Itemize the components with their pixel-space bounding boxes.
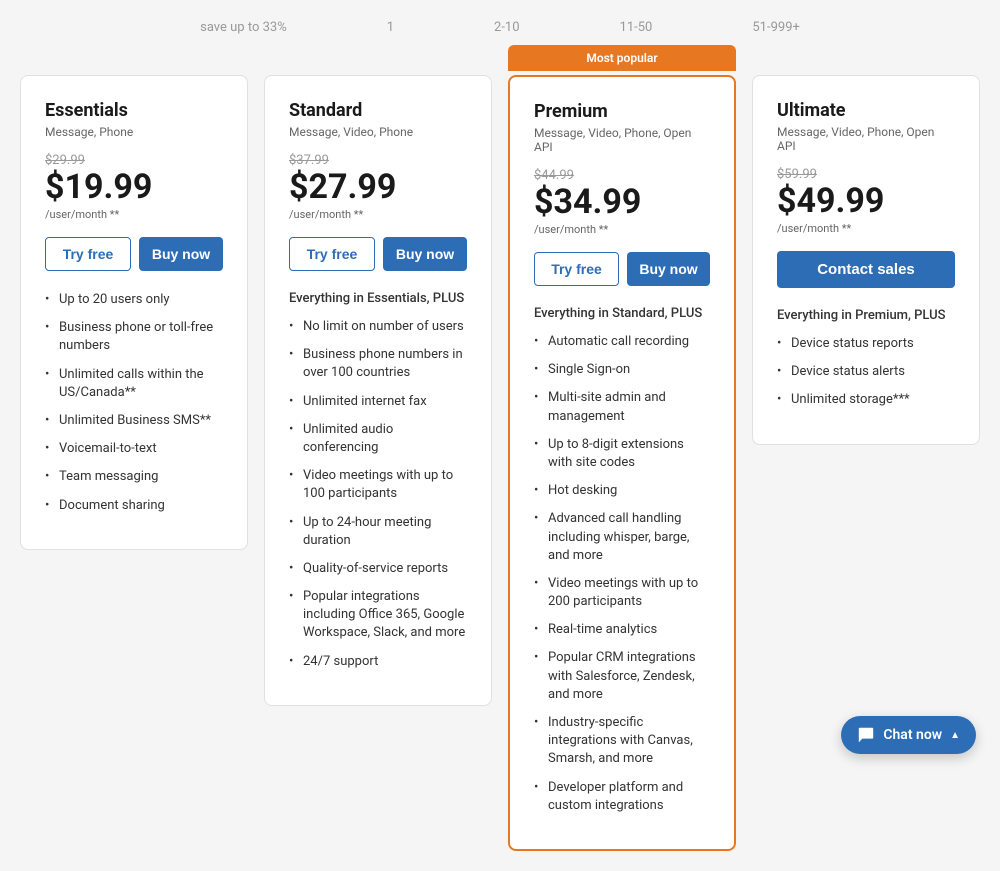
ultimate-feature-2: Device status alerts — [777, 363, 955, 381]
standard-name: Standard — [289, 100, 467, 121]
essentials-buy-button[interactable]: Buy now — [139, 237, 223, 271]
nav-1: 1 — [387, 20, 394, 35]
premium-subtitle: Message, Video, Phone, Open API — [534, 126, 710, 154]
premium-name: Premium — [534, 101, 710, 122]
premium-try-button[interactable]: Try free — [534, 252, 619, 286]
premium-plus-label: Everything in Standard, PLUS — [534, 306, 710, 321]
standard-buy-button[interactable]: Buy now — [383, 237, 467, 271]
ultimate-plus-label: Everything in Premium, PLUS — [777, 308, 955, 323]
top-nav: save up to 33% 1 2-10 11-50 51-999+ — [20, 20, 980, 45]
standard-btn-group: Try free Buy now — [289, 237, 467, 271]
essentials-feature-3: Unlimited calls within the US/Canada** — [45, 366, 223, 402]
chevron-up-icon: ▲ — [950, 730, 960, 741]
chat-label: Chat now — [883, 727, 942, 743]
popular-badge: Most popular — [508, 45, 736, 71]
plans-container: Essentials Message, Phone $29.99 $19.99 … — [20, 75, 980, 851]
essentials-btn-group: Try free Buy now — [45, 237, 223, 271]
ultimate-name: Ultimate — [777, 100, 955, 121]
premium-feature-9: Popular CRM integrations with Salesforce… — [534, 649, 710, 704]
nav-2-10: 2-10 — [494, 20, 520, 35]
premium-buy-button[interactable]: Buy now — [627, 252, 710, 286]
essentials-features: Up to 20 users only Business phone or to… — [45, 291, 223, 515]
plan-essentials: Essentials Message, Phone $29.99 $19.99 … — [20, 75, 248, 550]
essentials-subtitle: Message, Phone — [45, 125, 223, 139]
ultimate-contact-button[interactable]: Contact sales — [777, 251, 955, 288]
essentials-feature-2: Business phone or toll-free numbers — [45, 319, 223, 355]
chat-icon — [857, 726, 875, 744]
nav-save: save up to 33% — [200, 20, 287, 35]
ultimate-feature-3: Unlimited storage*** — [777, 391, 955, 409]
chat-widget[interactable]: Chat now ▲ — [841, 716, 976, 754]
plan-ultimate: Ultimate Message, Video, Phone, Open API… — [752, 75, 980, 445]
standard-feature-3: Unlimited internet fax — [289, 393, 467, 411]
premium-price-detail: /user/month ** — [534, 223, 710, 236]
standard-feature-4: Unlimited audio conferencing — [289, 421, 467, 457]
standard-current-price: $27.99 — [289, 170, 467, 204]
ultimate-price-detail: /user/month ** — [777, 222, 955, 235]
standard-feature-1: No limit on number of users — [289, 318, 467, 336]
essentials-try-button[interactable]: Try free — [45, 237, 131, 271]
essentials-current-price: $19.99 — [45, 170, 223, 204]
premium-feature-3: Multi-site admin and management — [534, 389, 710, 425]
standard-feature-2: Business phone numbers in over 100 count… — [289, 346, 467, 382]
premium-current-price: $34.99 — [534, 185, 710, 219]
essentials-name: Essentials — [45, 100, 223, 121]
plan-standard: Standard Message, Video, Phone $37.99 $2… — [264, 75, 492, 706]
standard-feature-6: Up to 24-hour meeting duration — [289, 514, 467, 550]
standard-subtitle: Message, Video, Phone — [289, 125, 467, 139]
essentials-feature-4: Unlimited Business SMS** — [45, 412, 223, 430]
standard-feature-8: Popular integrations including Office 36… — [289, 588, 467, 643]
premium-feature-11: Developer platform and custom integratio… — [534, 779, 710, 815]
plan-premium: Most popular Premium Message, Video, Pho… — [508, 75, 736, 851]
ultimate-features: Device status reports Device status aler… — [777, 335, 955, 410]
standard-plus-label: Everything in Essentials, PLUS — [289, 291, 467, 306]
standard-feature-5: Video meetings with up to 100 participan… — [289, 467, 467, 503]
standard-feature-9: 24/7 support — [289, 653, 467, 671]
standard-try-button[interactable]: Try free — [289, 237, 375, 271]
premium-features: Automatic call recording Single Sign-on … — [534, 333, 710, 815]
ultimate-current-price: $49.99 — [777, 184, 955, 218]
essentials-original-price: $29.99 — [45, 153, 223, 168]
premium-feature-10: Industry-specific integrations with Canv… — [534, 714, 710, 769]
premium-feature-1: Automatic call recording — [534, 333, 710, 351]
premium-feature-8: Real-time analytics — [534, 621, 710, 639]
premium-feature-7: Video meetings with up to 200 participan… — [534, 575, 710, 611]
premium-feature-4: Up to 8-digit extensions with site codes — [534, 436, 710, 472]
essentials-price-detail: /user/month ** — [45, 208, 223, 221]
standard-features: No limit on number of users Business pho… — [289, 318, 467, 671]
ultimate-feature-1: Device status reports — [777, 335, 955, 353]
ultimate-original-price: $59.99 — [777, 167, 955, 182]
essentials-feature-6: Team messaging — [45, 468, 223, 486]
standard-original-price: $37.99 — [289, 153, 467, 168]
essentials-feature-1: Up to 20 users only — [45, 291, 223, 309]
standard-feature-7: Quality-of-service reports — [289, 560, 467, 578]
nav-11-50: 11-50 — [620, 20, 653, 35]
essentials-feature-5: Voicemail-to-text — [45, 440, 223, 458]
premium-original-price: $44.99 — [534, 168, 710, 183]
nav-51-999: 51-999+ — [752, 20, 800, 35]
essentials-feature-7: Document sharing — [45, 497, 223, 515]
premium-feature-2: Single Sign-on — [534, 361, 710, 379]
ultimate-subtitle: Message, Video, Phone, Open API — [777, 125, 955, 153]
premium-feature-5: Hot desking — [534, 482, 710, 500]
premium-feature-6: Advanced call handling including whisper… — [534, 510, 710, 565]
premium-btn-group: Try free Buy now — [534, 252, 710, 286]
standard-price-detail: /user/month ** — [289, 208, 467, 221]
